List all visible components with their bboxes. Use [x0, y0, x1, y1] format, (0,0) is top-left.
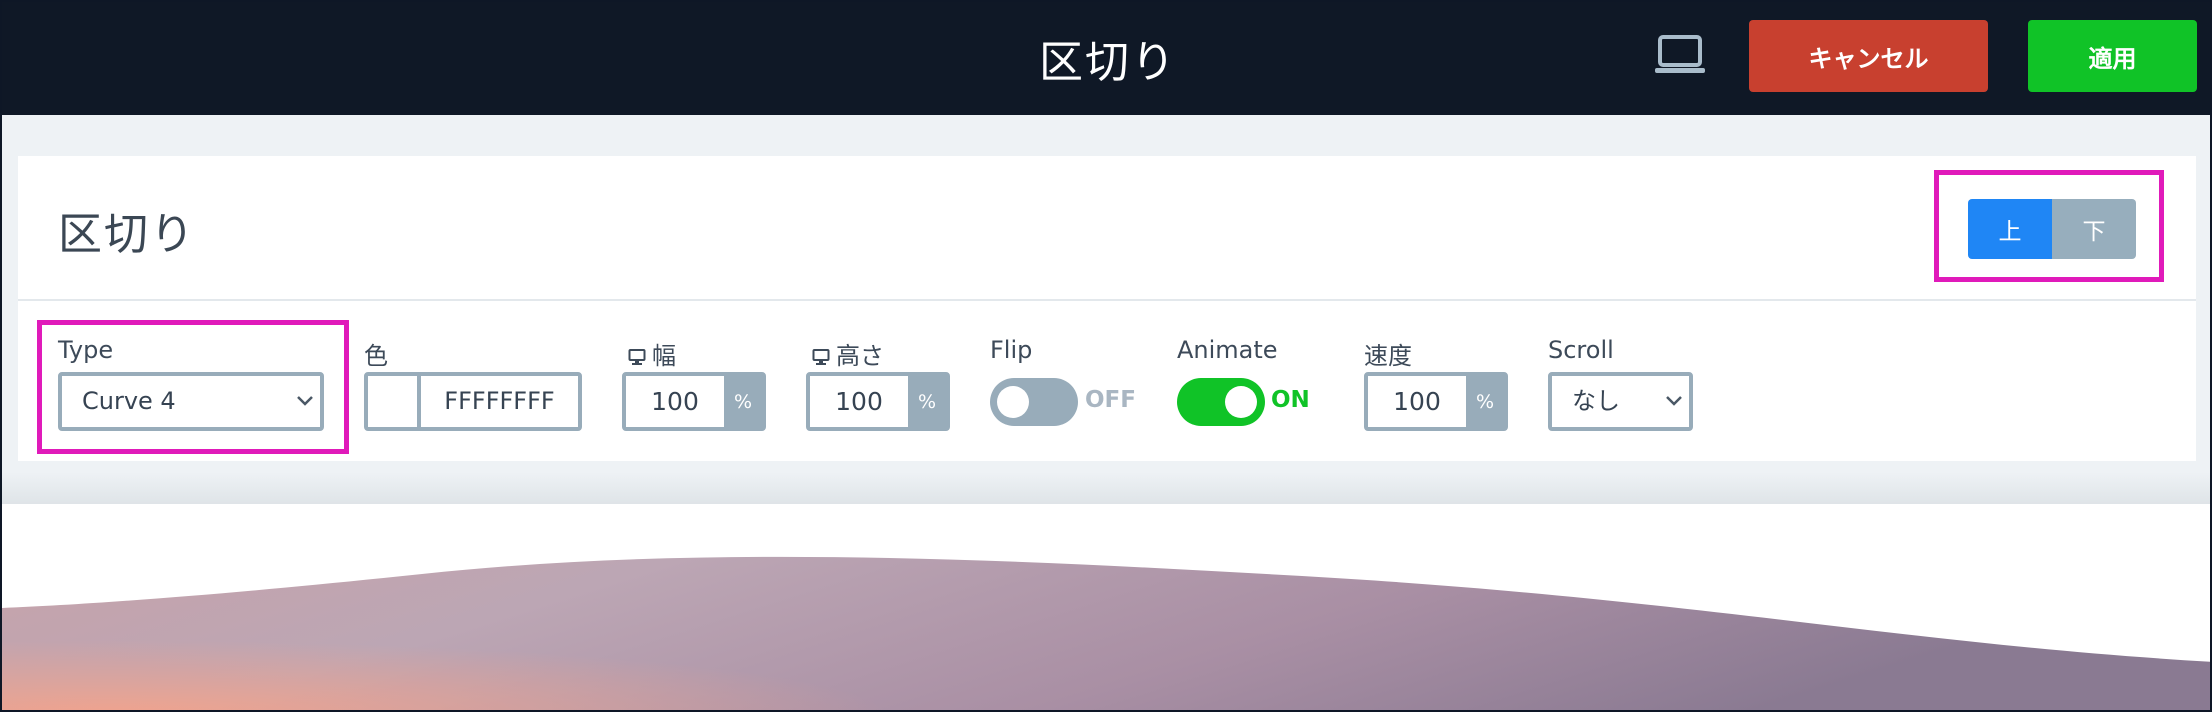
speed-input-group: 100 % [1364, 372, 1508, 431]
scroll-label: Scroll [1548, 336, 1614, 364]
divider-preview [2, 504, 2210, 710]
width-label-text: 幅 [652, 342, 676, 370]
color-field: FFFFFFFF [364, 372, 582, 431]
height-input-group: 100 % [806, 372, 950, 431]
width-input-group: 100 % [622, 372, 766, 431]
animate-label: Animate [1177, 336, 1278, 364]
desktop-icon [812, 349, 830, 365]
desktop-icon [628, 349, 646, 365]
flip-toggle-knob [997, 386, 1029, 418]
speed-label: 速度 [1364, 342, 1412, 370]
settings-shadow [2, 472, 2210, 504]
animate-toggle-knob [1225, 386, 1257, 418]
annotation-highlight-position [1934, 170, 2164, 282]
width-label: 幅 [628, 336, 676, 371]
speed-input[interactable]: 100 [1368, 376, 1466, 427]
flip-state: OFF [1085, 387, 1136, 413]
laptop-icon[interactable] [1654, 32, 1706, 78]
chevron-down-icon [1666, 396, 1682, 406]
flip-label: Flip [990, 336, 1033, 364]
height-label-text: 高さ [836, 342, 884, 370]
width-input[interactable]: 100 [626, 376, 724, 427]
panel-divider [18, 299, 2196, 301]
animate-state: ON [1271, 387, 1310, 413]
apply-button[interactable]: 適用 [2028, 20, 2197, 92]
cancel-button[interactable]: キャンセル [1749, 20, 1988, 92]
width-unit: % [724, 376, 762, 427]
height-input[interactable]: 100 [810, 376, 908, 427]
editor-window: 区切り キャンセル 適用 区切り 上 下 Type Curve 4 色 FFFF… [0, 0, 2212, 712]
annotation-highlight-type [37, 320, 349, 454]
animate-toggle[interactable] [1177, 378, 1265, 426]
flip-toggle[interactable] [990, 378, 1078, 426]
speed-unit: % [1466, 376, 1504, 427]
height-label: 高さ [812, 336, 884, 371]
header-bar: 区切り キャンセル 適用 [2, 2, 2210, 115]
panel-title: 区切り [58, 209, 196, 260]
height-unit: % [908, 376, 946, 427]
color-label: 色 [364, 342, 388, 370]
scroll-select-value: なし [1572, 387, 1620, 415]
color-hex-input[interactable]: FFFFFFFF [425, 376, 574, 427]
color-swatch[interactable] [368, 376, 421, 427]
scroll-select[interactable]: なし [1548, 372, 1693, 431]
